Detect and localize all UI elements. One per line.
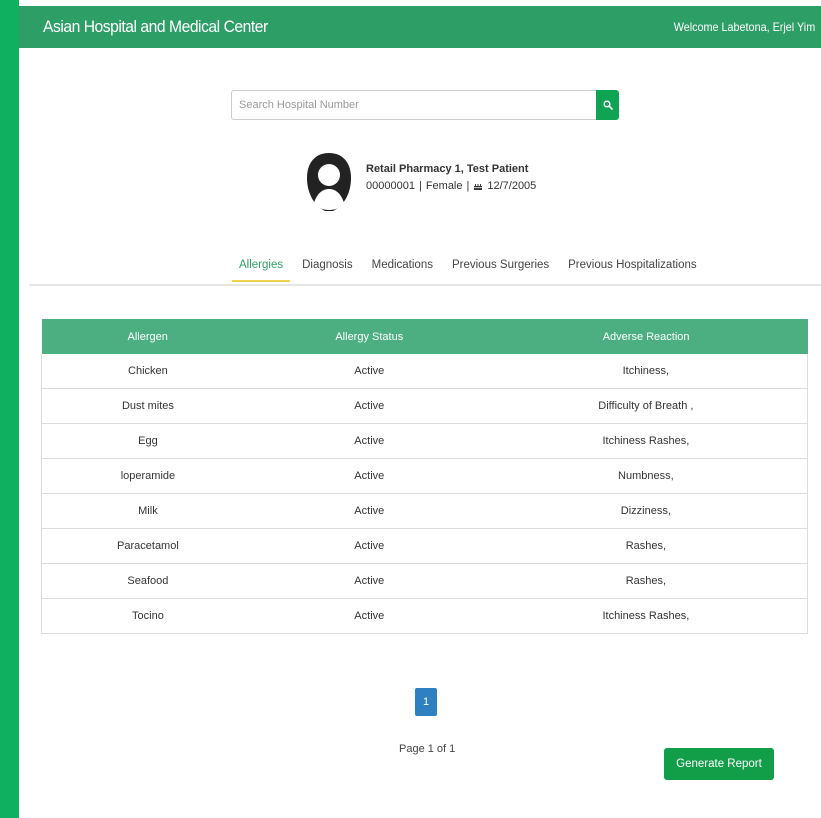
allergies-table: Allergen Allergy Status Adverse Reaction…	[40, 319, 808, 634]
allergen-cell: Paracetamol	[40, 528, 254, 564]
allergen-cell: Tocino	[40, 598, 254, 634]
search-bar	[231, 90, 619, 120]
separator: |	[418, 180, 422, 192]
table-row[interactable]: Egg Active Itchiness Rashes,	[40, 423, 808, 459]
allergen-cell: Egg	[40, 423, 254, 459]
table-row[interactable]: Dust mites Active Difficulty of Breath ,	[40, 388, 808, 424]
search-button[interactable]	[596, 90, 619, 120]
adverse-reaction-cell: Itchiness Rashes,	[484, 598, 808, 634]
allergy-status-cell: Active	[253, 598, 485, 634]
adverse-reaction-cell: Itchiness,	[484, 354, 808, 389]
tabs-divider	[29, 284, 821, 286]
table-row[interactable]: Milk Active Dizziness,	[40, 493, 808, 529]
allergies-table-container: Allergen Allergy Status Adverse Reaction…	[40, 319, 808, 634]
patient-name: Retail Pharmacy 1, Test Patient	[366, 163, 529, 175]
tab-medications[interactable]: Medications	[365, 259, 440, 282]
allergen-cell: Chicken	[40, 354, 254, 389]
patient-birthdate: 12/7/2005	[487, 180, 537, 192]
patient-sex: Female	[425, 180, 463, 192]
left-accent-strip	[0, 0, 19, 818]
generate-report-button[interactable]: Generate Report	[664, 748, 774, 780]
allergy-status-cell: Active	[253, 493, 485, 529]
user-avatar-icon	[307, 153, 351, 211]
pagination-status-text: Page 1 of 1	[399, 743, 456, 755]
hospital-number-search-input[interactable]	[231, 90, 596, 120]
column-header-adverse-reaction: Adverse Reaction	[484, 319, 808, 354]
column-header-allergy-status: Allergy Status	[253, 319, 485, 354]
table-header-row: Allergen Allergy Status Adverse Reaction	[41, 319, 808, 354]
adverse-reaction-cell: Rashes,	[484, 528, 808, 564]
allergen-cell: Seafood	[40, 563, 254, 599]
tab-diagnosis[interactable]: Diagnosis	[295, 259, 360, 282]
tab-previous-hospitalizations[interactable]: Previous Hospitalizations	[561, 259, 703, 282]
top-navbar: Asian Hospital and Medical Center Welcom…	[19, 6, 821, 48]
table-row[interactable]: Chicken Active Itchiness,	[40, 354, 808, 389]
allergy-status-cell: Active	[253, 388, 485, 424]
allergy-status-cell: Active	[253, 563, 485, 599]
allergy-status-cell: Active	[253, 354, 485, 389]
allergy-status-cell: Active	[253, 528, 485, 564]
patient-details: 00000001 | Female | 12/7/2005	[366, 180, 536, 192]
brand-title[interactable]: Asian Hospital and Medical Center	[43, 17, 268, 37]
adverse-reaction-cell: Dizziness,	[484, 493, 808, 529]
pagination-page-1-button[interactable]: 1	[415, 688, 437, 716]
table-row[interactable]: Seafood Active Rashes,	[40, 563, 808, 599]
tab-allergies[interactable]: Allergies	[232, 259, 291, 282]
patient-history-tabs: Allergies Diagnosis Medications Previous…	[232, 259, 709, 282]
patient-number: 00000001	[366, 180, 415, 192]
column-header-allergen: Allergen	[41, 319, 254, 354]
separator: |	[466, 180, 470, 192]
allergen-cell: Dust mites	[40, 388, 254, 424]
table-row[interactable]: loperamide Active Numbness,	[40, 458, 808, 494]
table-row[interactable]: Paracetamol Active Rashes,	[40, 528, 808, 564]
allergy-status-cell: Active	[253, 458, 485, 494]
adverse-reaction-cell: Itchiness Rashes,	[484, 423, 808, 459]
allergen-cell: Milk	[40, 493, 254, 529]
search-icon	[602, 100, 613, 110]
allergen-cell: loperamide	[40, 458, 254, 494]
allergy-status-cell: Active	[253, 423, 485, 459]
adverse-reaction-cell: Difficulty of Breath ,	[484, 388, 808, 424]
table-row[interactable]: Tocino Active Itchiness Rashes,	[40, 598, 808, 634]
adverse-reaction-cell: Rashes,	[484, 563, 808, 599]
tab-previous-surgeries[interactable]: Previous Surgeries	[445, 259, 556, 282]
birthday-cake-icon	[474, 184, 483, 190]
adverse-reaction-cell: Numbness,	[484, 458, 808, 494]
welcome-user-text[interactable]: Welcome Labetona, Erjel Yim	[674, 20, 815, 34]
